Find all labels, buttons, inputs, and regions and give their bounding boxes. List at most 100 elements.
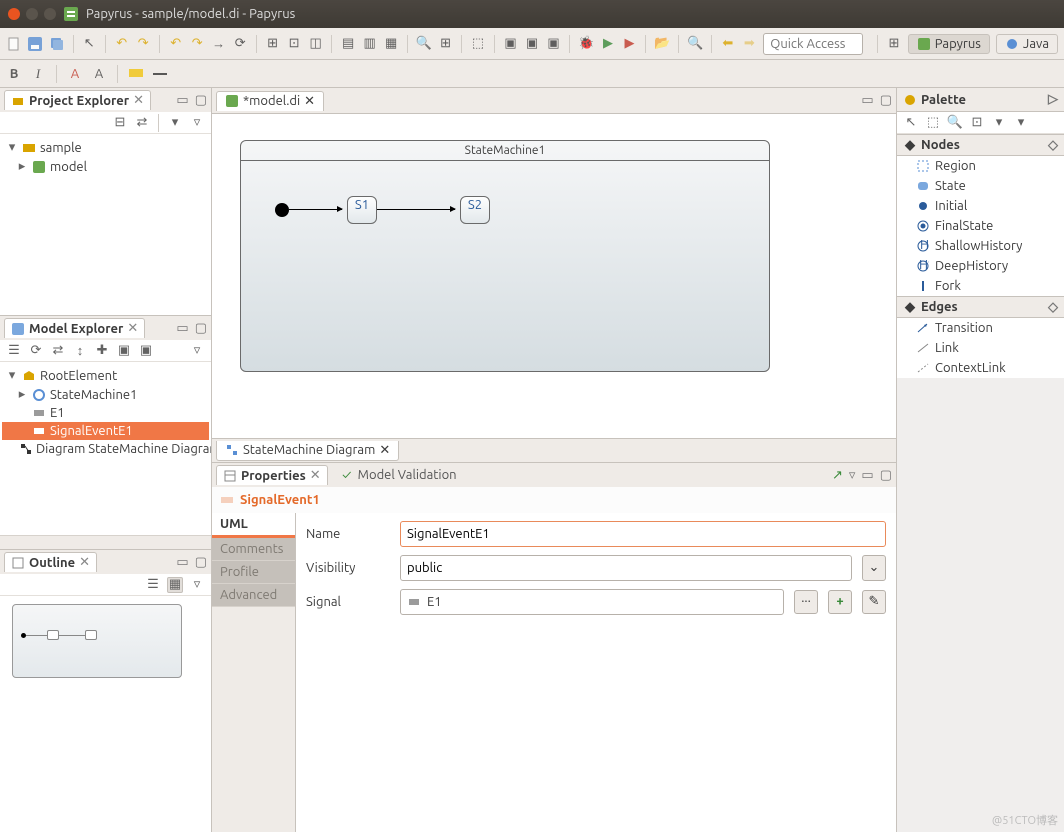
collapse-all-icon[interactable]: ⊟ bbox=[112, 115, 128, 131]
italic-button[interactable]: I bbox=[30, 66, 46, 82]
palette-item-deephistory[interactable]: H*DeepHistory bbox=[897, 256, 1064, 276]
open-perspective-icon[interactable]: ⊞ bbox=[886, 36, 902, 52]
tree-item-signalevent[interactable]: SignalEventE1 bbox=[2, 422, 209, 440]
close-tab-icon[interactable]: ✕ bbox=[304, 94, 315, 109]
category-profile[interactable]: Profile bbox=[212, 561, 295, 584]
validation-tab[interactable]: ✓ Model Validation bbox=[332, 466, 465, 484]
drawer-toggle-icon[interactable]: ◇ bbox=[1048, 138, 1058, 153]
tree-item-diagram[interactable]: Diagram StateMachine Diagram bbox=[2, 440, 209, 458]
outline-overview-icon[interactable]: ▦ bbox=[167, 577, 183, 593]
visibility-dropdown-button[interactable]: ⌄ bbox=[862, 555, 886, 581]
palette-item-fork[interactable]: Fork bbox=[897, 276, 1064, 296]
tree-item-statemachine[interactable]: ▸ StateMachine1 bbox=[2, 385, 209, 404]
grid-icon[interactable]: ⊞ bbox=[438, 36, 454, 52]
zoom-dashed-icon[interactable]: ⊡ bbox=[969, 115, 985, 131]
palette-collapse-icon[interactable]: ▷ bbox=[1048, 92, 1058, 107]
maximize-window-button[interactable] bbox=[44, 8, 56, 20]
palette-item-region[interactable]: Region bbox=[897, 156, 1064, 176]
link-icon[interactable]: ⇄ bbox=[50, 343, 66, 359]
category-comments[interactable]: Comments bbox=[212, 538, 295, 561]
palette-item-link[interactable]: Link bbox=[897, 338, 1064, 358]
minimize-view-icon[interactable]: ▭ bbox=[176, 93, 188, 108]
menu-icon[interactable]: ▿ bbox=[189, 115, 205, 131]
undo2-icon[interactable]: ↶ bbox=[168, 36, 184, 52]
filter-icon[interactable]: ▾ bbox=[167, 115, 183, 131]
align-icon[interactable]: ⊞ bbox=[265, 36, 281, 52]
new-window-icon[interactable]: ↗ bbox=[832, 468, 843, 483]
tree-view-icon[interactable]: ☰ bbox=[6, 343, 22, 359]
close-props-icon[interactable]: ✕ bbox=[310, 468, 321, 483]
palette-item-transition[interactable]: Transition bbox=[897, 318, 1064, 338]
link-editor-icon[interactable]: ⇄ bbox=[134, 115, 150, 131]
layout3-icon[interactable]: ▦ bbox=[383, 36, 399, 52]
font-color-button[interactable]: A bbox=[67, 66, 83, 82]
maximize-props-icon[interactable]: ▢ bbox=[880, 468, 892, 483]
visibility-input[interactable] bbox=[400, 555, 852, 581]
category-advanced[interactable]: Advanced bbox=[212, 584, 295, 607]
maximize-view-icon[interactable]: ▢ bbox=[195, 555, 207, 570]
twisty-icon[interactable]: ▾ bbox=[6, 368, 18, 383]
name-input[interactable] bbox=[400, 521, 886, 547]
palette-item-initial[interactable]: Initial bbox=[897, 196, 1064, 216]
quick-access-input[interactable] bbox=[763, 33, 863, 55]
new-icon[interactable] bbox=[6, 36, 22, 52]
outline-tree-icon[interactable]: ☰ bbox=[145, 577, 161, 593]
note-tool-icon[interactable]: ▾ bbox=[991, 115, 1007, 131]
save-all-icon[interactable] bbox=[49, 36, 65, 52]
editor-tab[interactable]: *model.di ✕ bbox=[216, 91, 324, 111]
minimize-view-icon[interactable]: ▭ bbox=[176, 555, 188, 570]
cursor-icon[interactable]: ↖ bbox=[81, 36, 97, 52]
nav-fwd-icon[interactable]: ➡ bbox=[742, 36, 758, 52]
project-tree[interactable]: ▾ sample ▸ model bbox=[0, 134, 211, 315]
palette-section-nodes[interactable]: ◆ Nodes ◇ bbox=[897, 134, 1064, 156]
palette-item-final[interactable]: FinalState bbox=[897, 216, 1064, 236]
palette-header[interactable]: Palette ▷ bbox=[897, 88, 1064, 112]
tree-item-e1[interactable]: E1 bbox=[2, 404, 209, 422]
state-s1[interactable]: S1 bbox=[347, 196, 377, 224]
perspective-java[interactable]: Java bbox=[996, 34, 1058, 54]
minimize-view-icon[interactable]: ▭ bbox=[176, 321, 188, 336]
category-uml[interactable]: UML bbox=[212, 513, 295, 538]
search-icon[interactable]: 🔍 bbox=[687, 36, 703, 52]
minimize-editor-icon[interactable]: ▭ bbox=[861, 93, 873, 108]
minimize-props-icon[interactable]: ▭ bbox=[861, 468, 873, 483]
signal-browse-button[interactable]: ··· bbox=[794, 590, 818, 614]
select-tool-icon[interactable]: ↖ bbox=[903, 115, 919, 131]
transition-arrow[interactable] bbox=[289, 209, 342, 210]
diagram-canvas[interactable]: StateMachine1 S1 S2 bbox=[212, 114, 896, 438]
view2-icon[interactable]: ▣ bbox=[524, 36, 540, 52]
close-view-icon[interactable]: ✕ bbox=[127, 321, 138, 336]
nav-back-icon[interactable]: ⬅ bbox=[720, 36, 736, 52]
model-tree[interactable]: ▾ RootElement ▸ StateMachine1 E1 bbox=[0, 362, 211, 535]
view3-icon[interactable]: ▣ bbox=[546, 36, 562, 52]
model-explorer-tab[interactable]: Model Explorer ✕ bbox=[4, 318, 145, 338]
twisty-icon[interactable]: ▸ bbox=[16, 159, 28, 174]
menu-icon[interactable]: ▿ bbox=[189, 343, 205, 359]
maximize-editor-icon[interactable]: ▢ bbox=[880, 93, 892, 108]
zoom-icon[interactable]: 🔍 bbox=[416, 36, 432, 52]
marquee-tool-icon[interactable]: ⬚ bbox=[925, 115, 941, 131]
outline-overview[interactable] bbox=[12, 604, 182, 678]
resize-icon[interactable]: ◫ bbox=[308, 36, 324, 52]
palette-item-state[interactable]: State bbox=[897, 176, 1064, 196]
more1-icon[interactable]: ▣ bbox=[116, 343, 132, 359]
more-tools-icon[interactable]: ▾ bbox=[1013, 115, 1029, 131]
horizontal-scrollbar[interactable] bbox=[0, 535, 211, 549]
state-s2[interactable]: S2 bbox=[460, 196, 490, 224]
refresh-icon[interactable]: ⟳ bbox=[28, 343, 44, 359]
undo-icon[interactable]: ↶ bbox=[114, 36, 130, 52]
open-folder-icon[interactable]: 📂 bbox=[654, 36, 670, 52]
redo-icon[interactable]: ↷ bbox=[135, 36, 151, 52]
font-button[interactable]: A bbox=[91, 66, 107, 82]
minimize-window-button[interactable] bbox=[26, 8, 38, 20]
drawer-toggle-icon[interactable]: ◇ bbox=[1048, 300, 1058, 315]
diagram-tab[interactable]: StateMachine Diagram ✕ bbox=[216, 441, 399, 461]
save-icon[interactable] bbox=[28, 36, 44, 52]
properties-tab[interactable]: Properties ✕ bbox=[216, 465, 328, 485]
layout-icon[interactable]: ▤ bbox=[340, 36, 356, 52]
statemachine-body[interactable]: S1 S2 bbox=[241, 161, 769, 371]
outline-canvas[interactable] bbox=[0, 596, 211, 832]
new-icon[interactable]: ✚ bbox=[94, 343, 110, 359]
signal-add-button[interactable]: + bbox=[828, 590, 852, 614]
close-view-icon[interactable]: ✕ bbox=[133, 93, 144, 108]
